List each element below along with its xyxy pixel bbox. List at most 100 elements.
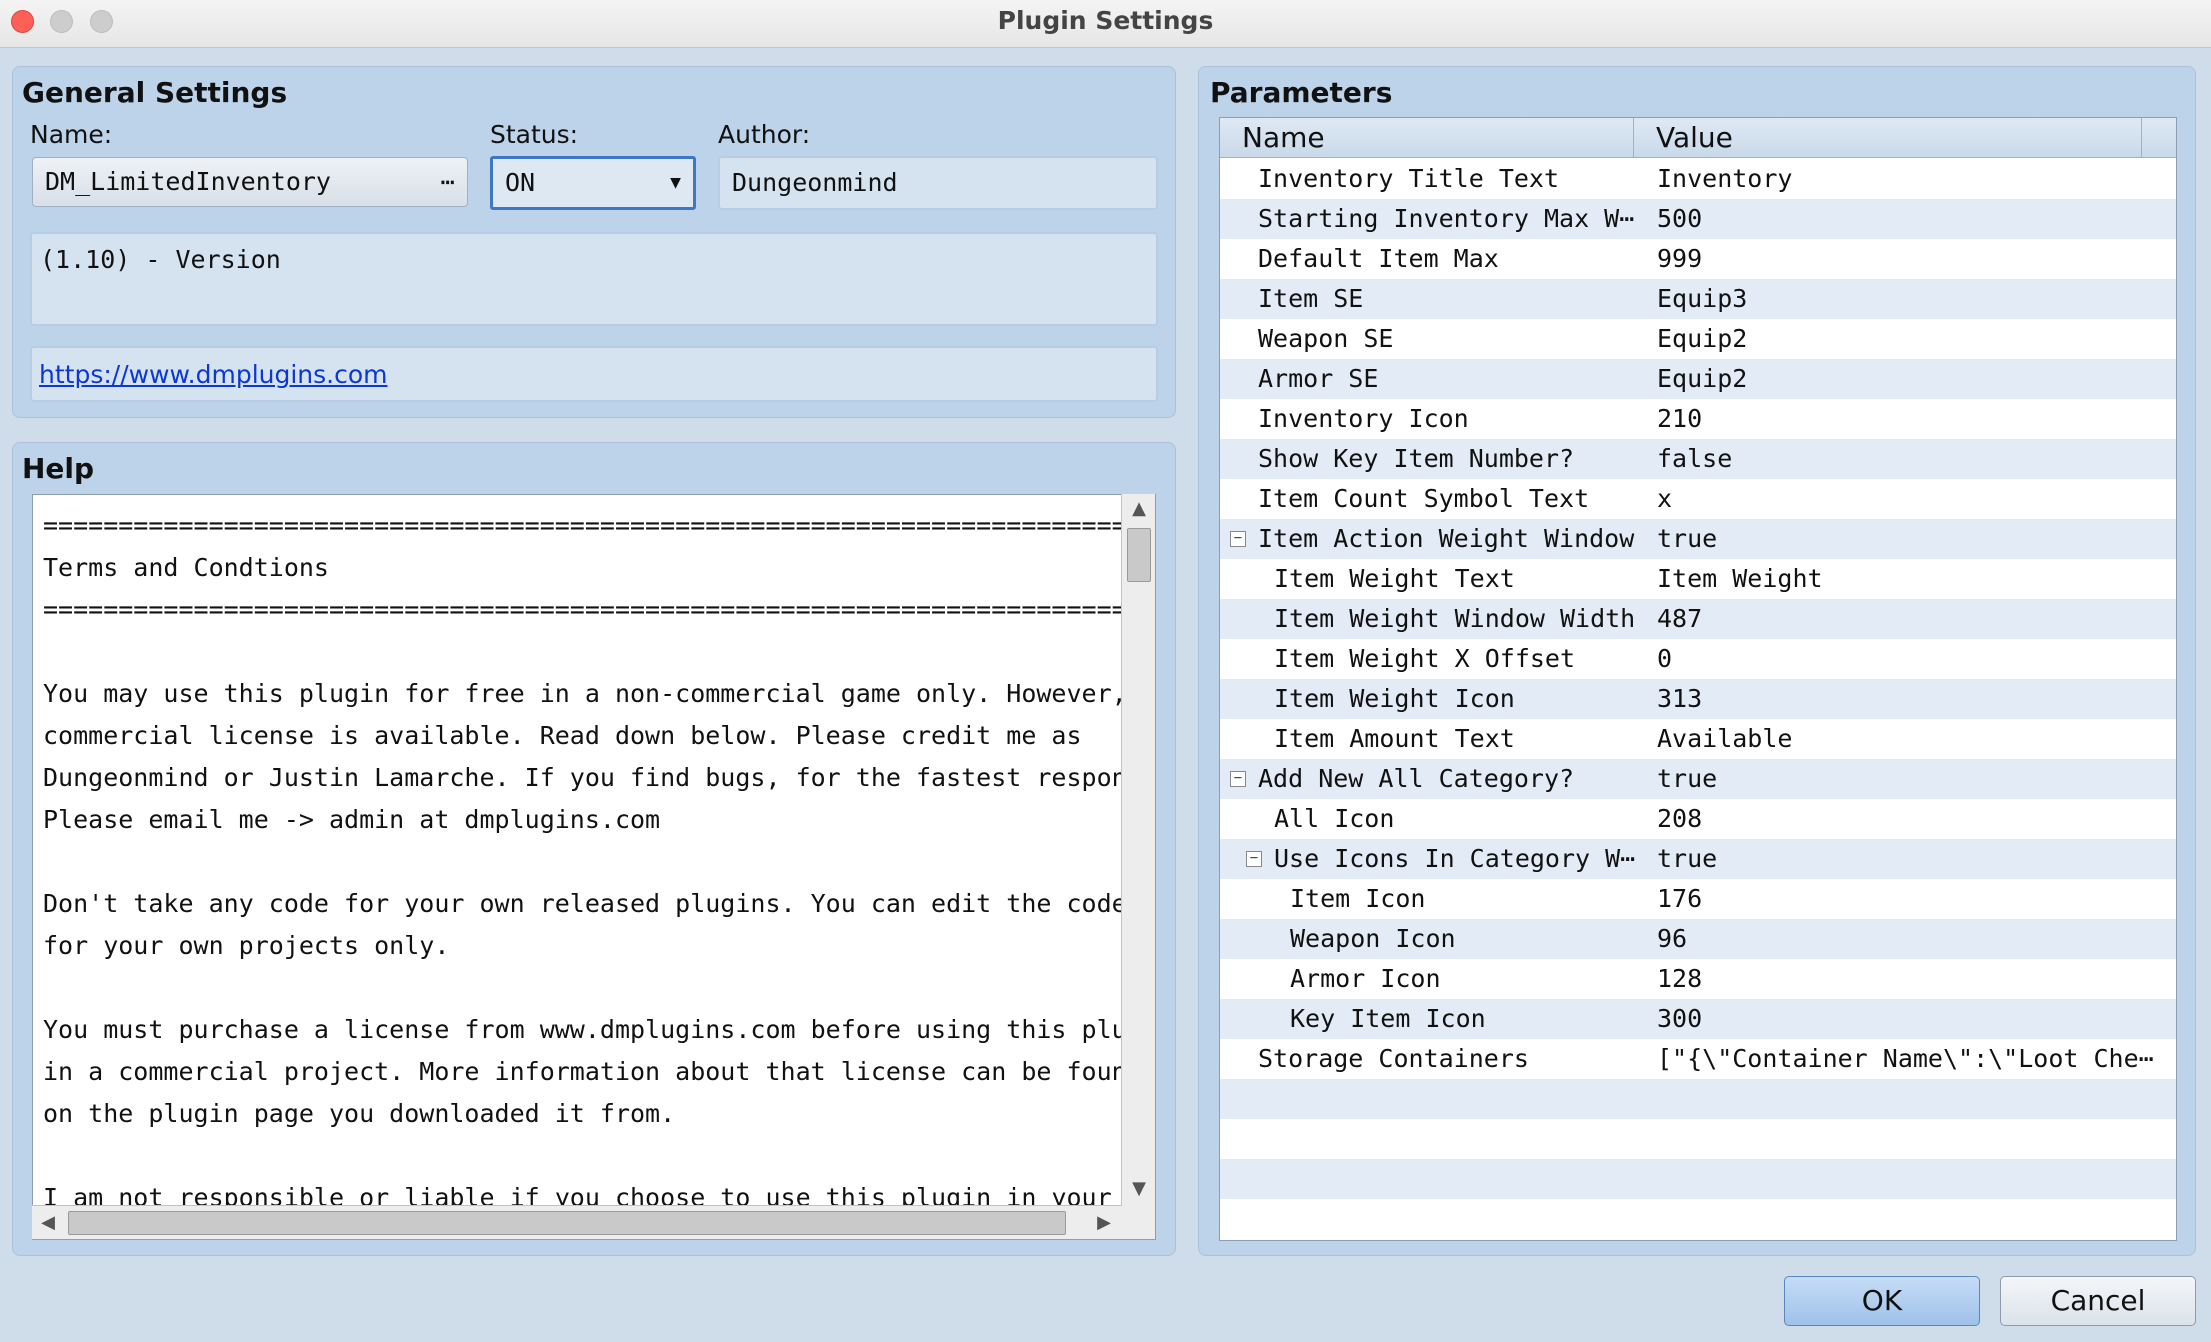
parameter-value: x [1657, 484, 1673, 513]
parameter-name: Weapon SE [1258, 324, 1394, 353]
url-field: https://www.dmplugins.com [30, 346, 1158, 402]
table-row[interactable]: Inventory Icon 210 [1220, 399, 2176, 439]
description-value: (1.10) - Version [40, 245, 281, 274]
help-vertical-scrollbar[interactable]: ▲ ▼ [1121, 494, 1155, 1206]
scroll-left-icon[interactable]: ◀ [36, 1212, 60, 1233]
plugin-name-value: DM_LimitedInventory [45, 167, 331, 196]
table-row[interactable]: Weapon Icon 96 [1220, 919, 2176, 959]
cancel-button[interactable]: Cancel [2000, 1276, 2196, 1326]
table-row[interactable]: All Icon 208 [1220, 799, 2176, 839]
parameter-value: 210 [1657, 404, 1703, 433]
parameter-name: Item Amount Text [1274, 724, 1515, 753]
help-line: Please email me -> admin at dmplugins.co… [43, 805, 661, 834]
chevron-down-icon: ▼ [670, 172, 681, 193]
parameter-value: 999 [1657, 244, 1703, 273]
help-line [43, 967, 1123, 1009]
help-line: Don't take any code for your own release… [43, 889, 1123, 918]
table-row[interactable]: Item SE Equip3 [1220, 279, 2176, 319]
help-line: You may use this plugin for free in a no… [43, 679, 1123, 708]
help-line: You must purchase a license from www.dmp… [43, 1015, 1123, 1044]
scroll-up-icon[interactable]: ▲ [1122, 498, 1156, 519]
table-row[interactable]: Default Item Max 999 [1220, 239, 2176, 279]
table-row[interactable]: Item Weight Text Item Weight [1220, 559, 2176, 599]
help-line: ========================================… [43, 511, 1123, 540]
table-row[interactable] [1220, 1119, 2176, 1159]
column-header-name[interactable]: Name [1220, 118, 1634, 158]
parameter-name [1258, 1119, 1668, 1159]
parameter-name: Item Icon [1290, 884, 1426, 913]
parameter-value: false [1657, 444, 1733, 473]
parameter-name: Inventory Icon [1258, 404, 1469, 433]
table-row[interactable]: Inventory Title Text Inventory [1220, 159, 2176, 199]
parameter-name: Item SE [1258, 284, 1364, 313]
author-label: Author: [718, 120, 811, 149]
help-horizontal-scrollbar[interactable]: ◀ ▶ [32, 1205, 1122, 1239]
author-value: Dungeonmind [732, 168, 898, 197]
table-row[interactable]: Armor Icon 128 [1220, 959, 2176, 999]
parameters-table: Name Value Inventory Title Text Inventory… [1219, 117, 2177, 1241]
parameter-name: Inventory Title Text [1258, 164, 1560, 193]
description-field[interactable]: (1.10) - Version [30, 232, 1158, 326]
help-line [43, 631, 1123, 673]
parameter-rows: Inventory Title Text Inventory Starting In… [1220, 159, 2176, 1199]
horizontal-scroll-thumb[interactable] [68, 1211, 1066, 1235]
help-line: Terms and Condtions [43, 553, 329, 582]
table-row[interactable]: Item Weight Window Width 487 [1220, 599, 2176, 639]
author-field[interactable]: Dungeonmind [718, 156, 1158, 210]
parameter-value: true [1657, 764, 1718, 793]
table-row[interactable]: Item Weight Icon 313 [1220, 679, 2176, 719]
parameter-name: Starting Inventory Max W⋯ [1258, 204, 1635, 233]
vertical-scroll-thumb[interactable] [1127, 528, 1151, 582]
collapse-icon[interactable]: − [1230, 531, 1246, 547]
table-row[interactable]: Weapon SE Equip2 [1220, 319, 2176, 359]
parameter-value: 313 [1657, 684, 1703, 713]
parameter-name [1258, 1079, 1668, 1119]
ok-button[interactable]: OK [1784, 1276, 1980, 1326]
collapse-icon[interactable]: − [1230, 771, 1246, 787]
plugin-name-field[interactable]: DM_LimitedInventory ⋯ [32, 157, 468, 207]
parameter-name: Show Key Item Number? [1258, 444, 1575, 473]
collapse-icon[interactable]: − [1246, 851, 1262, 867]
parameter-name: Default Item Max [1258, 244, 1499, 273]
table-row[interactable]: Starting Inventory Max W⋯ 500 [1220, 199, 2176, 239]
help-title: Help [22, 452, 95, 485]
parameter-value: Inventory [1657, 164, 1793, 193]
parameter-value: 128 [1657, 964, 1703, 993]
scroll-right-icon[interactable]: ▶ [1092, 1212, 1116, 1233]
parameter-value [1657, 1119, 2162, 1159]
column-header-value[interactable]: Value [1634, 118, 2142, 158]
help-line: commercial license is available. Read do… [43, 721, 1082, 750]
plugin-url-link[interactable]: https://www.dmplugins.com [39, 360, 388, 389]
window-title: Plugin Settings [997, 6, 1214, 35]
parameter-value: 0 [1657, 644, 1673, 673]
parameter-value [1657, 1159, 2162, 1199]
table-row[interactable]: − Add New All Category? true [1220, 759, 2176, 799]
status-select[interactable]: ON ▼ [490, 156, 696, 210]
help-text-area[interactable]: ========================================… [32, 494, 1156, 1240]
help-text: ========================================… [43, 505, 1123, 1205]
table-row[interactable]: Armor SE Equip2 [1220, 359, 2176, 399]
scroll-down-icon[interactable]: ▼ [1122, 1178, 1156, 1199]
name-label: Name: [30, 120, 113, 149]
table-row[interactable]: Show Key Item Number? false [1220, 439, 2176, 479]
table-row[interactable] [1220, 1079, 2176, 1119]
table-row[interactable]: Item Amount Text Available [1220, 719, 2176, 759]
parameter-name: Storage Containers [1258, 1044, 1529, 1073]
parameter-name: Armor SE [1258, 364, 1379, 393]
parameter-value: Item Weight [1657, 564, 1823, 593]
help-line [43, 1135, 1123, 1177]
table-row[interactable]: − Use Icons In Category W⋯ true [1220, 839, 2176, 879]
parameter-name: Item Weight X Offset [1274, 644, 1576, 673]
table-row[interactable] [1220, 1159, 2176, 1199]
table-row[interactable]: − Item Action Weight Window true [1220, 519, 2176, 559]
parameter-name: Armor Icon [1290, 964, 1441, 993]
parameter-value: Equip3 [1657, 284, 1748, 313]
more-options-icon[interactable]: ⋯ [441, 158, 455, 206]
help-line: in a commercial project. More informatio… [43, 1057, 1123, 1086]
parameter-value: true [1657, 524, 1718, 553]
table-row[interactable]: Storage Containers ["{\"Container Name\":… [1220, 1039, 2176, 1079]
table-row[interactable]: Item Weight X Offset 0 [1220, 639, 2176, 679]
table-row[interactable]: Item Icon 176 [1220, 879, 2176, 919]
table-row[interactable]: Key Item Icon 300 [1220, 999, 2176, 1039]
table-row[interactable]: Item Count Symbol Text x [1220, 479, 2176, 519]
